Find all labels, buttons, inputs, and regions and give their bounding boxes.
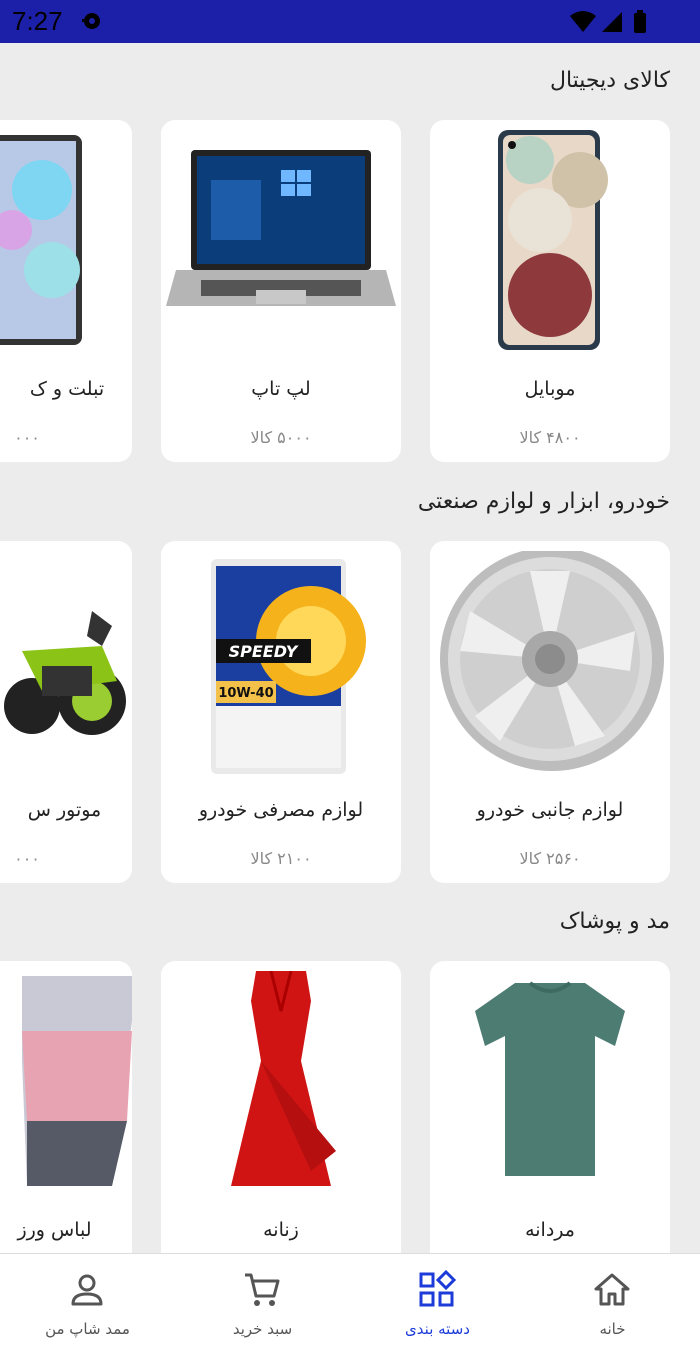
card-label: موبایل	[524, 378, 576, 400]
category-card-laptop[interactable]: لپ تاپ ۵۰۰۰ کالا	[161, 120, 401, 462]
cart-icon	[245, 1273, 280, 1306]
category-card-men[interactable]: مردانه	[430, 961, 670, 1303]
nav-label: سبد خرید	[232, 1320, 293, 1338]
card-label: لباس ورز	[17, 1219, 92, 1241]
status-icons	[570, 10, 646, 33]
notification-icon	[82, 13, 100, 29]
section-title: کالای دیجیتال	[549, 68, 670, 93]
card-label: لوازم جانبی خودرو	[476, 799, 624, 821]
status-time: 7:27	[12, 6, 63, 36]
laptop-image	[166, 150, 396, 306]
section-title: مد و پوشاک	[559, 909, 670, 934]
signal-icon	[602, 12, 622, 32]
nav-profile[interactable]: ممد شاپ من	[0, 1254, 175, 1350]
car-wheel-image	[440, 551, 664, 771]
nav-categories[interactable]: دسته بندی	[350, 1254, 525, 1350]
nav-home[interactable]: خانه	[525, 1254, 700, 1350]
svg-text:10W-40: 10W-40	[218, 686, 273, 701]
nav-label: خانه	[599, 1320, 626, 1338]
card-count: ۰۰۰	[14, 428, 40, 447]
category-card-women[interactable]: زنانه	[161, 961, 401, 1303]
profile-icon	[71, 1274, 103, 1306]
tablet-image	[0, 135, 82, 345]
nav-label: دسته بندی	[405, 1320, 470, 1338]
category-card-sportswear[interactable]: لباس ورز	[0, 961, 132, 1303]
wifi-icon	[570, 11, 596, 32]
card-row[interactable]: موبایل ۴۸۰۰ کالا لپ تاپ ۵۰۰۰ کالا تبلت و…	[0, 120, 700, 465]
card-label: زنانه	[263, 1219, 299, 1241]
category-icon	[419, 1270, 457, 1307]
category-card-car-accessories[interactable]: لوازم جانبی خودرو ۲۵۶۰ کالا	[430, 541, 670, 883]
card-count: ۴۸۰۰ کالا	[519, 428, 581, 447]
card-label: لوازم مصرفی خودرو	[198, 799, 364, 821]
category-card-car-consumables[interactable]: SPEEDY 10W-40 لوازم مصرفی خودرو ۲۱۰۰ کال…	[161, 541, 401, 883]
status-bar: 7:27	[0, 0, 700, 43]
card-label: تبلت و ک	[29, 378, 105, 400]
svg-text:SPEEDY: SPEEDY	[229, 642, 299, 661]
category-card-motorcycle[interactable]: موتور س ۰۰۰	[0, 541, 132, 883]
card-count: ۵۰۰۰ کالا	[250, 428, 312, 447]
category-card-mobile[interactable]: موبایل ۴۸۰۰ کالا	[430, 120, 670, 462]
home-icon	[594, 1273, 630, 1306]
card-count: ۲۱۰۰ کالا	[250, 849, 312, 868]
card-label: مردانه	[525, 1219, 575, 1241]
card-count: ۰۰۰	[14, 849, 40, 868]
leggings-image	[22, 976, 132, 1186]
motor-oil-image: SPEEDY 10W-40	[211, 559, 366, 774]
motorcycle-image	[4, 611, 126, 735]
card-label: لپ تاپ	[251, 378, 311, 400]
card-label: موتور س	[27, 799, 102, 821]
card-count: ۲۵۶۰ کالا	[519, 849, 581, 868]
nav-label: ممد شاپ من	[45, 1320, 130, 1338]
nav-cart[interactable]: سبد خرید	[175, 1254, 350, 1350]
battery-icon	[634, 10, 646, 33]
dress-image	[231, 971, 336, 1186]
category-card-tablet[interactable]: تبلت و ک ۰۰۰	[0, 120, 132, 462]
mobile-phone-image	[498, 130, 608, 350]
tshirt-image	[475, 981, 625, 1176]
bottom-navigation: خانه دسته بندی سبد خرید ممد شاپ من	[0, 1253, 700, 1350]
card-row[interactable]: لوازم جانبی خودرو ۲۵۶۰ کالا SPEEDY 10W-4…	[0, 541, 700, 886]
section-title: خودرو، ابزار و لوازم صنعتی	[417, 489, 670, 514]
